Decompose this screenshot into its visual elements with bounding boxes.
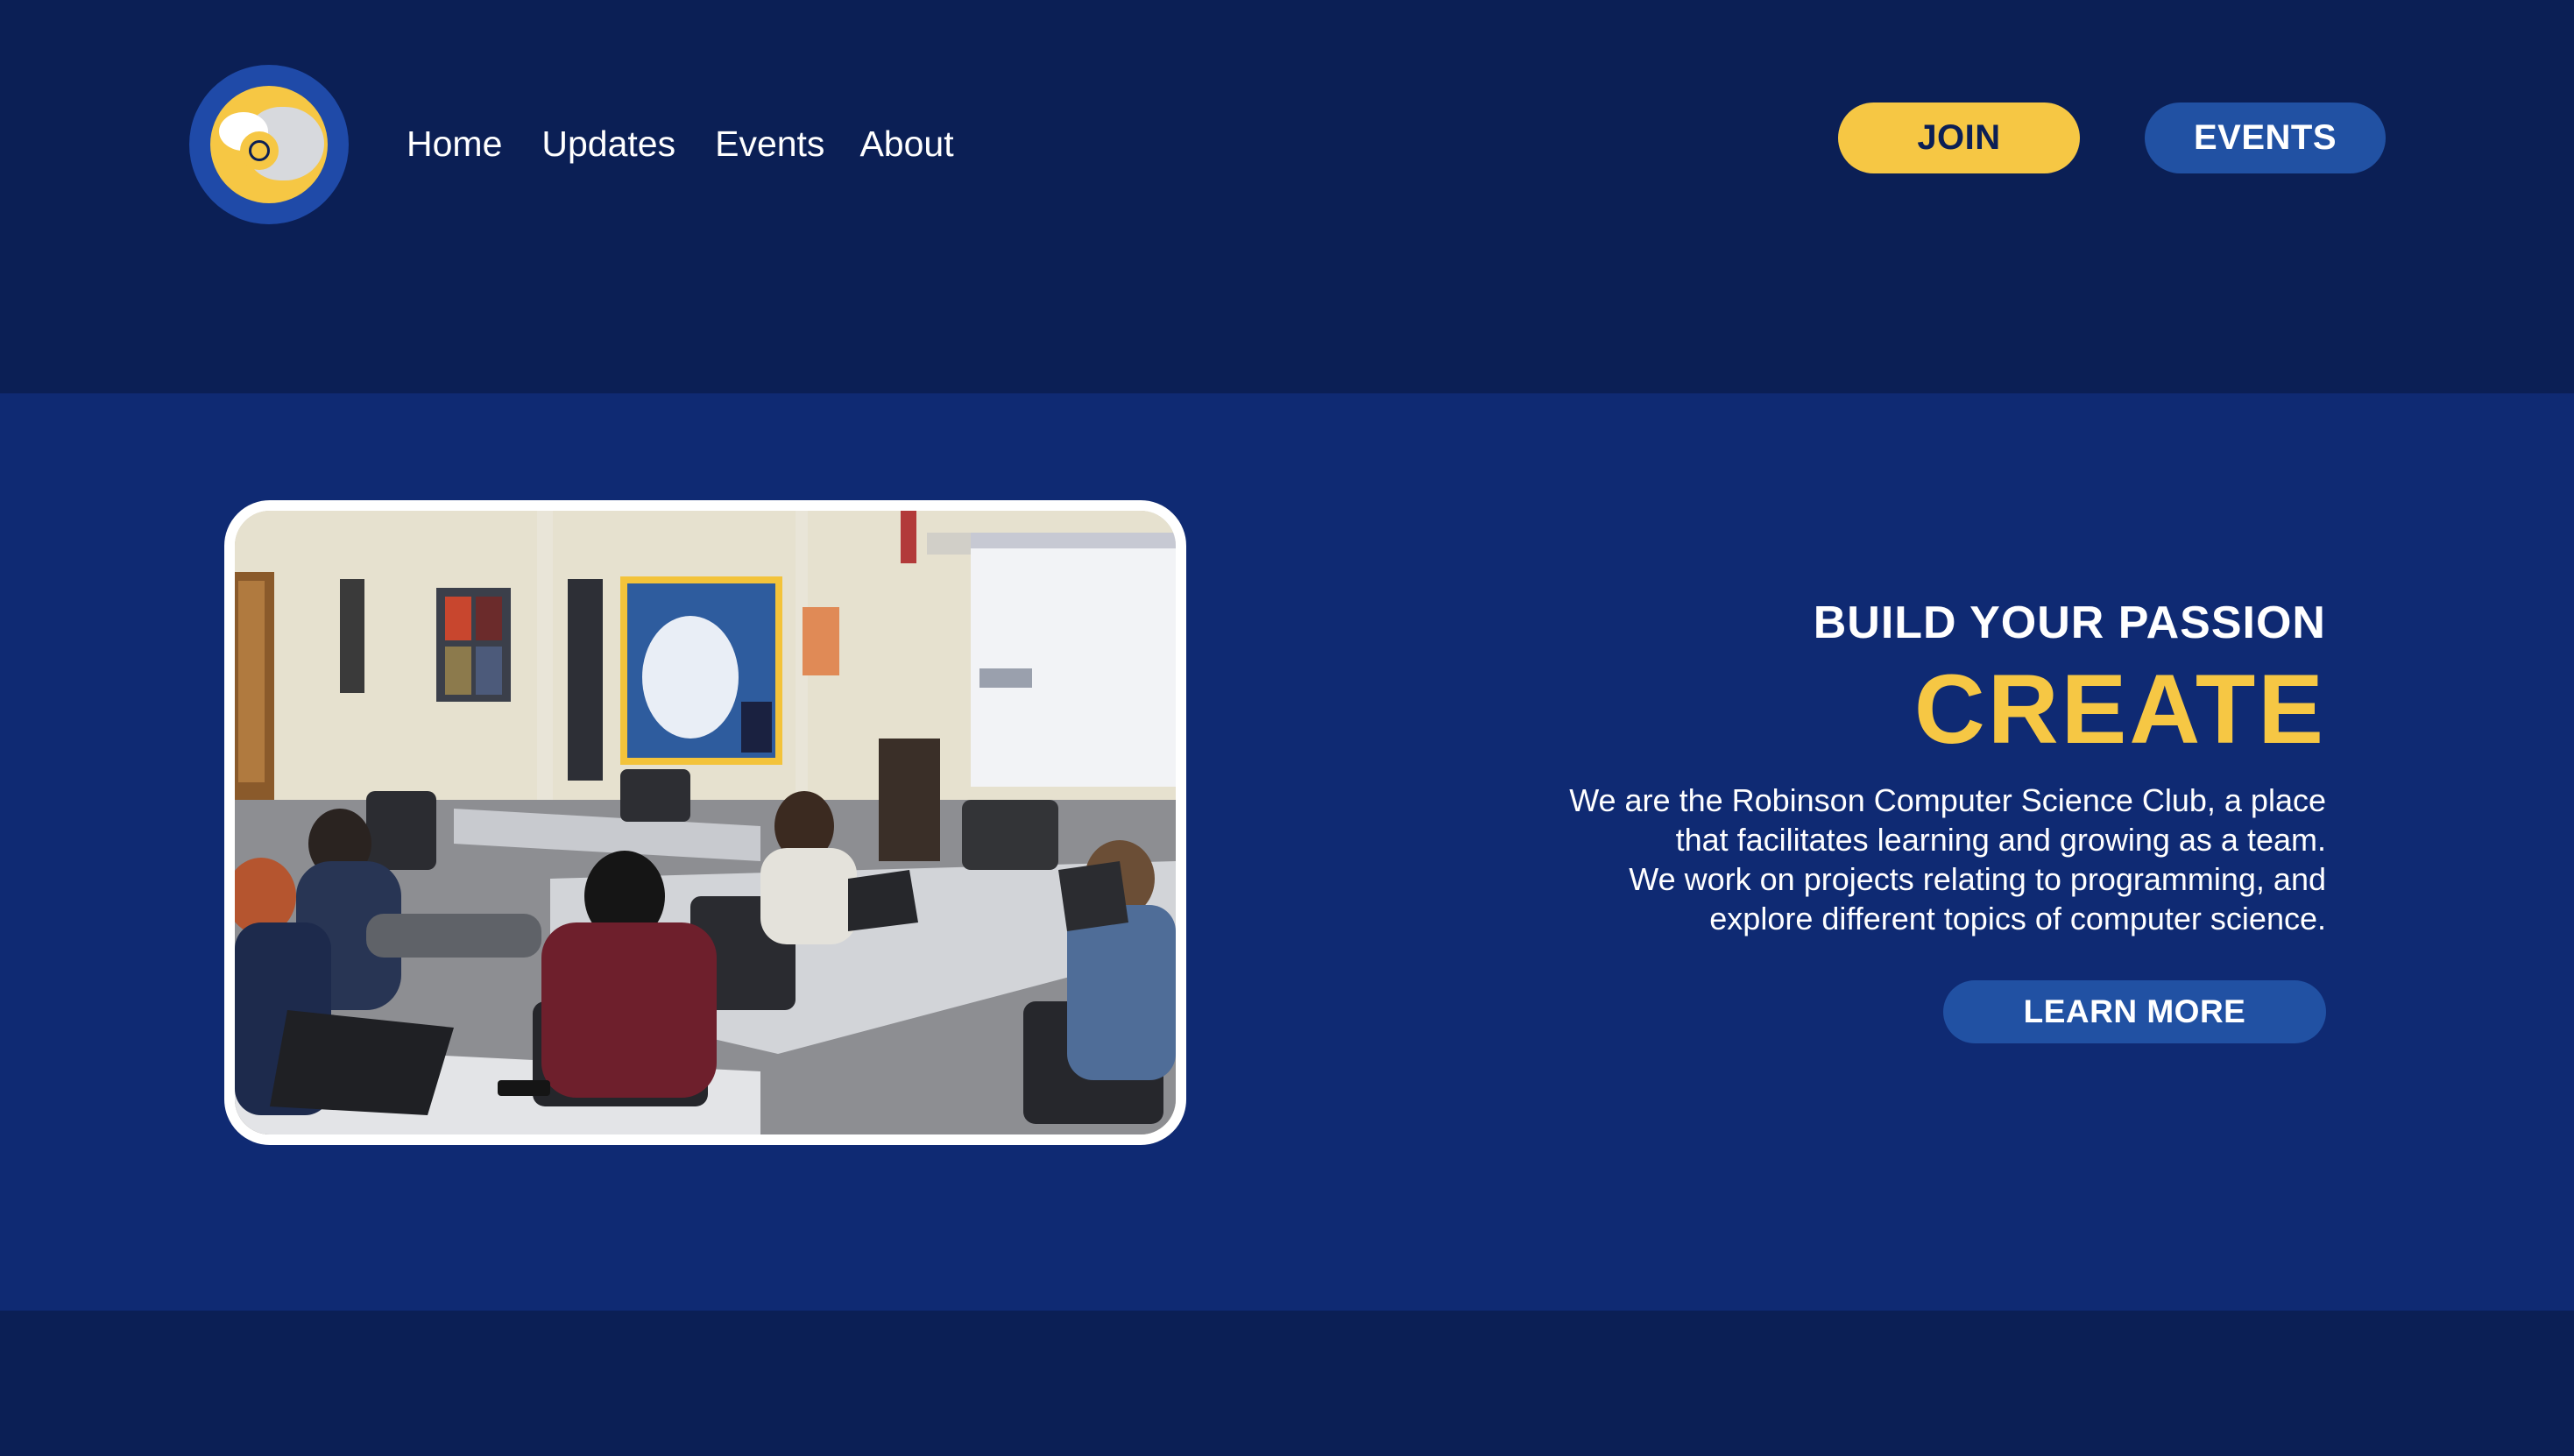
nav-home[interactable]: Home <box>407 117 502 170</box>
hero-headline: CREATE <box>1913 654 2326 764</box>
nav-events[interactable]: Events <box>715 117 824 170</box>
nav-updates[interactable]: Updates <box>541 117 675 170</box>
classroom-photo <box>235 511 1176 1134</box>
hero-section: BUILD YOUR PASSION CREATE We are the Rob… <box>0 393 2574 1311</box>
classroom-photo-frame <box>224 500 1186 1145</box>
hero-description-line: that facilitates learning and growing as… <box>1675 822 2326 858</box>
nav-about[interactable]: About <box>859 117 953 170</box>
hero-description-line: We are the Robinson Computer Science Clu… <box>1569 782 2326 818</box>
site-logo[interactable] <box>189 65 349 224</box>
site-header: Home Updates Events About JOIN EVENTS <box>0 0 2574 393</box>
hero-tagline: BUILD YOUR PASSION <box>1813 597 2326 648</box>
page: Home Updates Events About JOIN EVENTS BU… <box>0 0 2574 1456</box>
main-nav: Home Updates Events About <box>407 117 954 170</box>
hero-description-line: explore different topics of computer sci… <box>1709 901 2326 937</box>
ram-mascot-icon <box>210 86 328 203</box>
join-button[interactable]: JOIN <box>1838 102 2080 173</box>
events-button[interactable]: EVENTS <box>2145 102 2386 173</box>
learn-more-button[interactable]: LEARN MORE <box>1943 980 2326 1043</box>
hero-description: We are the Robinson Computer Science Clu… <box>1538 781 2326 938</box>
bottom-band <box>0 1311 2574 1456</box>
hero-description-line: We work on projects relating to programm… <box>1629 861 2326 897</box>
